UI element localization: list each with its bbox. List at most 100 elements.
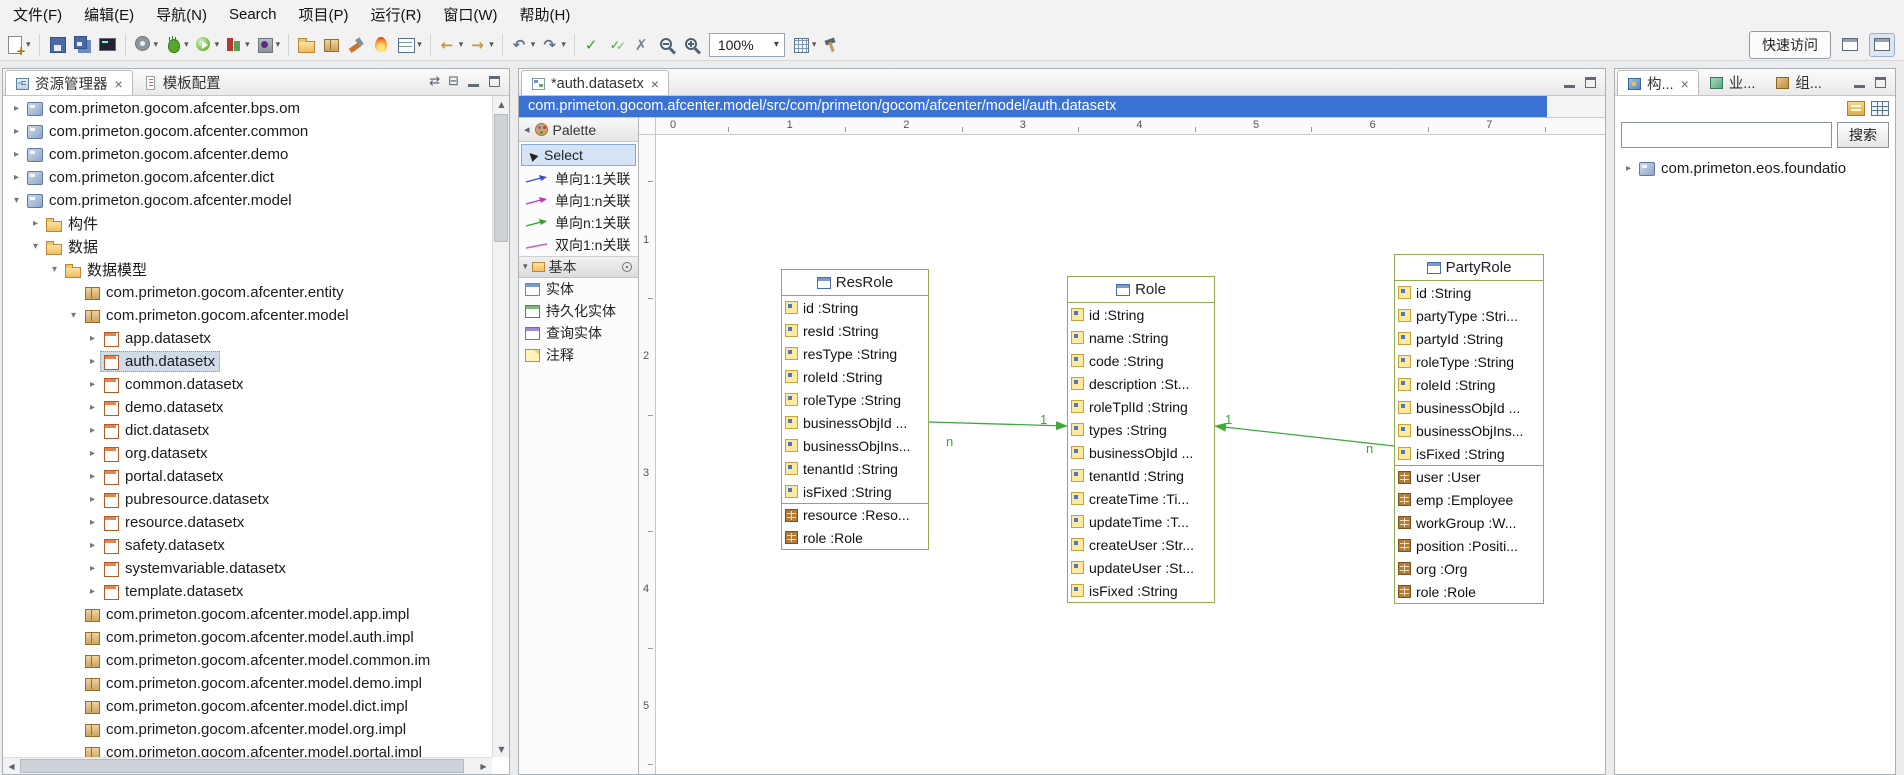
twisty-icon[interactable]: ▸ — [85, 517, 100, 528]
vertical-scrollbar[interactable]: ▲ ▼ — [492, 96, 509, 757]
run-button[interactable]: ▾ — [193, 32, 222, 58]
collapse-all-icon[interactable]: ⊟ — [448, 75, 459, 88]
tree-item[interactable]: ▾com.primeton.gocom.afcenter.model — [3, 304, 492, 327]
new-wizard-button[interactable]: ▾ — [4, 32, 33, 58]
menu-item[interactable]: 编辑(E) — [73, 0, 145, 29]
tree-item[interactable]: ▸构件 — [3, 212, 492, 235]
entity-attribute[interactable]: partyType :Stri... — [1395, 304, 1543, 327]
close-icon[interactable]: × — [1681, 76, 1689, 92]
tree-item[interactable]: ▾数据模型 — [3, 258, 492, 281]
redo-button[interactable]: ▾ — [539, 32, 568, 58]
diagram-canvas[interactable]: n1n1 ResRoleid :StringresId :StringresTy… — [656, 135, 1605, 774]
tree-item[interactable]: com.primeton.gocom.afcenter.model.portal… — [3, 741, 492, 757]
validate-all-button[interactable] — [606, 32, 629, 58]
tree-item[interactable]: ▸com.primeton.gocom.afcenter.demo — [3, 143, 492, 166]
view-tab[interactable]: 模板配置 — [133, 69, 231, 95]
entity-attribute[interactable]: businessObjId ... — [1395, 396, 1543, 419]
view-tab[interactable]: 资源管理器× — [5, 70, 133, 95]
twisty-icon[interactable]: ▸ — [85, 402, 100, 413]
layout-button[interactable]: ▾ — [790, 32, 819, 58]
tree-item[interactable]: com.primeton.gocom.afcenter.entity — [3, 281, 492, 304]
twisty-icon[interactable]: ▾ — [66, 310, 81, 321]
forward-button[interactable]: ▾ — [467, 32, 496, 58]
view-tab[interactable]: *auth.datasetx× — [521, 70, 669, 95]
scrollbar-thumb[interactable] — [494, 114, 508, 242]
twisty-icon[interactable]: ▸ — [28, 218, 43, 229]
entity-attribute[interactable]: resource :Reso... — [782, 503, 928, 526]
entity-attribute[interactable]: code :String — [1068, 349, 1214, 372]
save-button[interactable] — [46, 32, 69, 58]
data-table-button[interactable]: ▾ — [395, 32, 424, 58]
zoom-in-button[interactable] — [681, 32, 704, 58]
current-perspective-button[interactable] — [1869, 33, 1895, 57]
entity-attribute[interactable]: roleId :String — [1395, 373, 1543, 396]
scroll-left-icon[interactable]: ◀ — [3, 758, 20, 774]
save-all-button[interactable] — [71, 32, 94, 58]
tree-item[interactable]: ▸template.datasetx — [3, 580, 492, 603]
tree-item[interactable]: ▸org.datasetx — [3, 442, 492, 465]
tree-item[interactable]: ▸demo.datasetx — [3, 396, 492, 419]
twisty-icon[interactable]: ▸ — [85, 333, 100, 344]
tree-item[interactable]: ▾com.primeton.gocom.afcenter.model — [3, 189, 492, 212]
menu-item[interactable]: 运行(R) — [360, 0, 433, 29]
entity-attribute[interactable]: types :String — [1068, 418, 1214, 441]
tree-item[interactable]: ▸portal.datasetx — [3, 465, 492, 488]
menu-item[interactable]: Search — [218, 0, 288, 29]
tree-item[interactable]: ▸safety.datasetx — [3, 534, 492, 557]
minimize-icon[interactable] — [1563, 77, 1576, 88]
maximize-icon[interactable] — [1874, 77, 1887, 88]
entity-attribute[interactable]: businessObjId ... — [1068, 441, 1214, 464]
tree-item[interactable]: ▸dict.datasetx — [3, 419, 492, 442]
tree-item[interactable]: ▸pubresource.datasetx — [3, 488, 492, 511]
palette-association-tool[interactable]: 双向1:n关联 — [519, 234, 638, 256]
entity-partyrole[interactable]: PartyRoleid :StringpartyType :Stri...par… — [1394, 254, 1544, 604]
back-button[interactable]: ▾ — [437, 32, 466, 58]
tree-item[interactable]: ▸auth.datasetx — [3, 350, 492, 373]
menu-item[interactable]: 项目(P) — [288, 0, 360, 29]
debug-button[interactable]: ▾ — [162, 32, 191, 58]
menu-item[interactable]: 帮助(H) — [509, 0, 582, 29]
menu-item[interactable]: 文件(F) — [2, 0, 73, 29]
entity-attribute[interactable]: roleId :String — [782, 365, 928, 388]
maximize-icon[interactable] — [1584, 77, 1597, 88]
entity-attribute[interactable]: tenantId :String — [782, 457, 928, 480]
scrollbar-thumb[interactable] — [20, 759, 464, 773]
coverage-button[interactable]: ▾ — [223, 32, 252, 58]
entity-attribute[interactable]: isFixed :String — [782, 480, 928, 503]
delete-button[interactable] — [631, 32, 654, 58]
entity-attribute[interactable]: businessObjIns... — [782, 434, 928, 457]
new-package-button[interactable] — [320, 32, 343, 58]
tree-item[interactable]: ▸resource.datasetx — [3, 511, 492, 534]
twisty-icon[interactable]: ▸ — [9, 126, 24, 137]
menu-item[interactable]: 导航(N) — [145, 0, 218, 29]
tree-item[interactable]: ▸systemvariable.datasetx — [3, 557, 492, 580]
palette-header[interactable]: ◂ Palette — [519, 118, 638, 142]
twisty-icon[interactable]: ▸ — [85, 379, 100, 390]
entity-attribute[interactable]: id :String — [1395, 281, 1543, 304]
twisty-icon[interactable]: ▾ — [28, 241, 43, 252]
pin-icon[interactable] — [622, 262, 632, 272]
tree-item[interactable]: ▸com.primeton.gocom.afcenter.common — [3, 120, 492, 143]
tree-item[interactable]: ▸com.primeton.gocom.afcenter.bps.om — [3, 97, 492, 120]
entity-attribute[interactable]: resId :String — [782, 319, 928, 342]
palette-item-note[interactable]: 注释 — [519, 344, 638, 366]
entity-attribute[interactable]: businessObjIns... — [1395, 419, 1543, 442]
library-icon[interactable] — [1847, 101, 1865, 116]
twisty-icon[interactable]: ▸ — [9, 149, 24, 160]
quick-access-button[interactable]: 快速访问 — [1749, 31, 1831, 59]
palette-item-entity[interactable]: 实体 — [519, 278, 638, 300]
palette-association-tool[interactable]: 单向n:1关联 — [519, 212, 638, 234]
entity-attribute[interactable]: isFixed :String — [1395, 442, 1543, 465]
grid-icon[interactable] — [1871, 101, 1889, 116]
entity-attribute[interactable]: emp :Employee — [1395, 488, 1543, 511]
twisty-icon[interactable]: ▸ — [9, 103, 24, 114]
entity-attribute[interactable]: roleTplId :String — [1068, 395, 1214, 418]
entity-attribute[interactable]: role :Role — [782, 526, 928, 549]
entity-attribute[interactable]: id :String — [1068, 303, 1214, 326]
entity-attribute[interactable]: resType :String — [782, 342, 928, 365]
collapse-palette-icon[interactable]: ◂ — [524, 123, 530, 136]
maximize-icon[interactable] — [488, 76, 501, 87]
entity-attribute[interactable]: description :St... — [1068, 372, 1214, 395]
entity-attribute[interactable]: org :Org — [1395, 557, 1543, 580]
tree-item[interactable]: com.primeton.gocom.afcenter.model.dict.i… — [3, 695, 492, 718]
